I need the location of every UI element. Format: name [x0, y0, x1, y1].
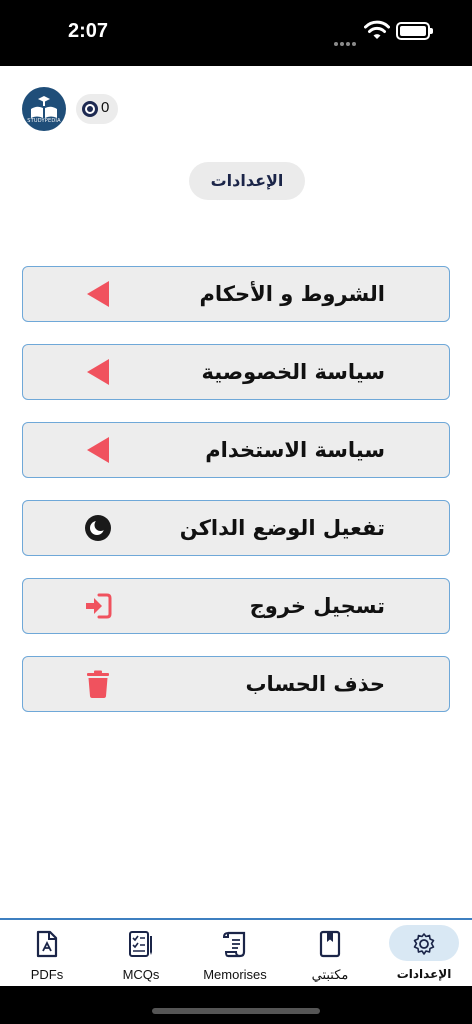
menu-item-label: سياسة الخصوصية — [201, 360, 385, 384]
trash-icon — [87, 670, 109, 698]
dark-mode-toggle[interactable]: تفعيل الوضع الداكن — [22, 500, 450, 556]
menu-item-label: الشروط و الأحكام — [199, 282, 385, 306]
privacy-policy-button[interactable]: سياسة الخصوصية — [22, 344, 450, 400]
triangle-left-icon — [87, 281, 109, 307]
app-logo[interactable]: STUDYPEDIA — [22, 87, 66, 131]
home-indicator[interactable] — [152, 1008, 320, 1014]
tab-label: PDFs — [30, 967, 64, 982]
book-icon — [319, 930, 341, 958]
status-bar: 2:07 — [0, 0, 472, 66]
moon-icon — [85, 515, 111, 541]
open-book-icon — [31, 96, 57, 118]
coin-icon — [82, 101, 98, 117]
signal-icon — [334, 31, 358, 46]
logout-button[interactable]: تسجيل خروج — [22, 578, 450, 634]
tab-settings[interactable]: الإعدادات — [379, 920, 469, 986]
status-time: 2:07 — [68, 20, 109, 42]
tab-label: Memorises — [203, 967, 267, 982]
menu-item-label: تفعيل الوضع الداكن — [179, 516, 385, 540]
page-title: الإعدادات — [189, 162, 305, 200]
tab-label: MCQs — [122, 967, 160, 982]
logout-icon — [86, 593, 112, 619]
triangle-left-icon — [87, 359, 109, 385]
battery-icon — [396, 22, 433, 40]
home-indicator-area — [0, 986, 472, 1024]
menu-item-label: سياسة الاستخدام — [205, 438, 385, 462]
tab-memorises[interactable]: Memorises — [190, 920, 280, 986]
menu-item-label: حذف الحساب — [245, 672, 385, 696]
coin-count: 0 — [101, 99, 110, 116]
logo-text: STUDYPEDIA — [27, 118, 61, 124]
coin-balance[interactable]: 0 — [76, 94, 118, 124]
delete-account-button[interactable]: حذف الحساب — [22, 656, 450, 712]
tab-mcqs[interactable]: MCQs — [96, 920, 186, 986]
tab-label: مكتبتي — [311, 967, 349, 982]
tab-label: الإعدادات — [396, 967, 452, 981]
checklist-icon — [129, 931, 152, 957]
scroll-icon — [222, 931, 246, 958]
triangle-left-icon — [87, 437, 109, 463]
terms-conditions-button[interactable]: الشروط و الأحكام — [22, 266, 450, 322]
gear-icon — [413, 933, 435, 955]
tab-pdfs[interactable]: PDFs — [2, 920, 92, 986]
menu-item-label: تسجيل خروج — [249, 594, 385, 618]
wifi-icon — [364, 20, 390, 39]
usage-policy-button[interactable]: سياسة الاستخدام — [22, 422, 450, 478]
pdf-file-icon — [36, 930, 58, 958]
tab-my-library[interactable]: مكتبتي — [285, 920, 375, 986]
bottom-nav: PDFs MCQs Memorises مكتبتي الإعدادات — [0, 918, 472, 986]
